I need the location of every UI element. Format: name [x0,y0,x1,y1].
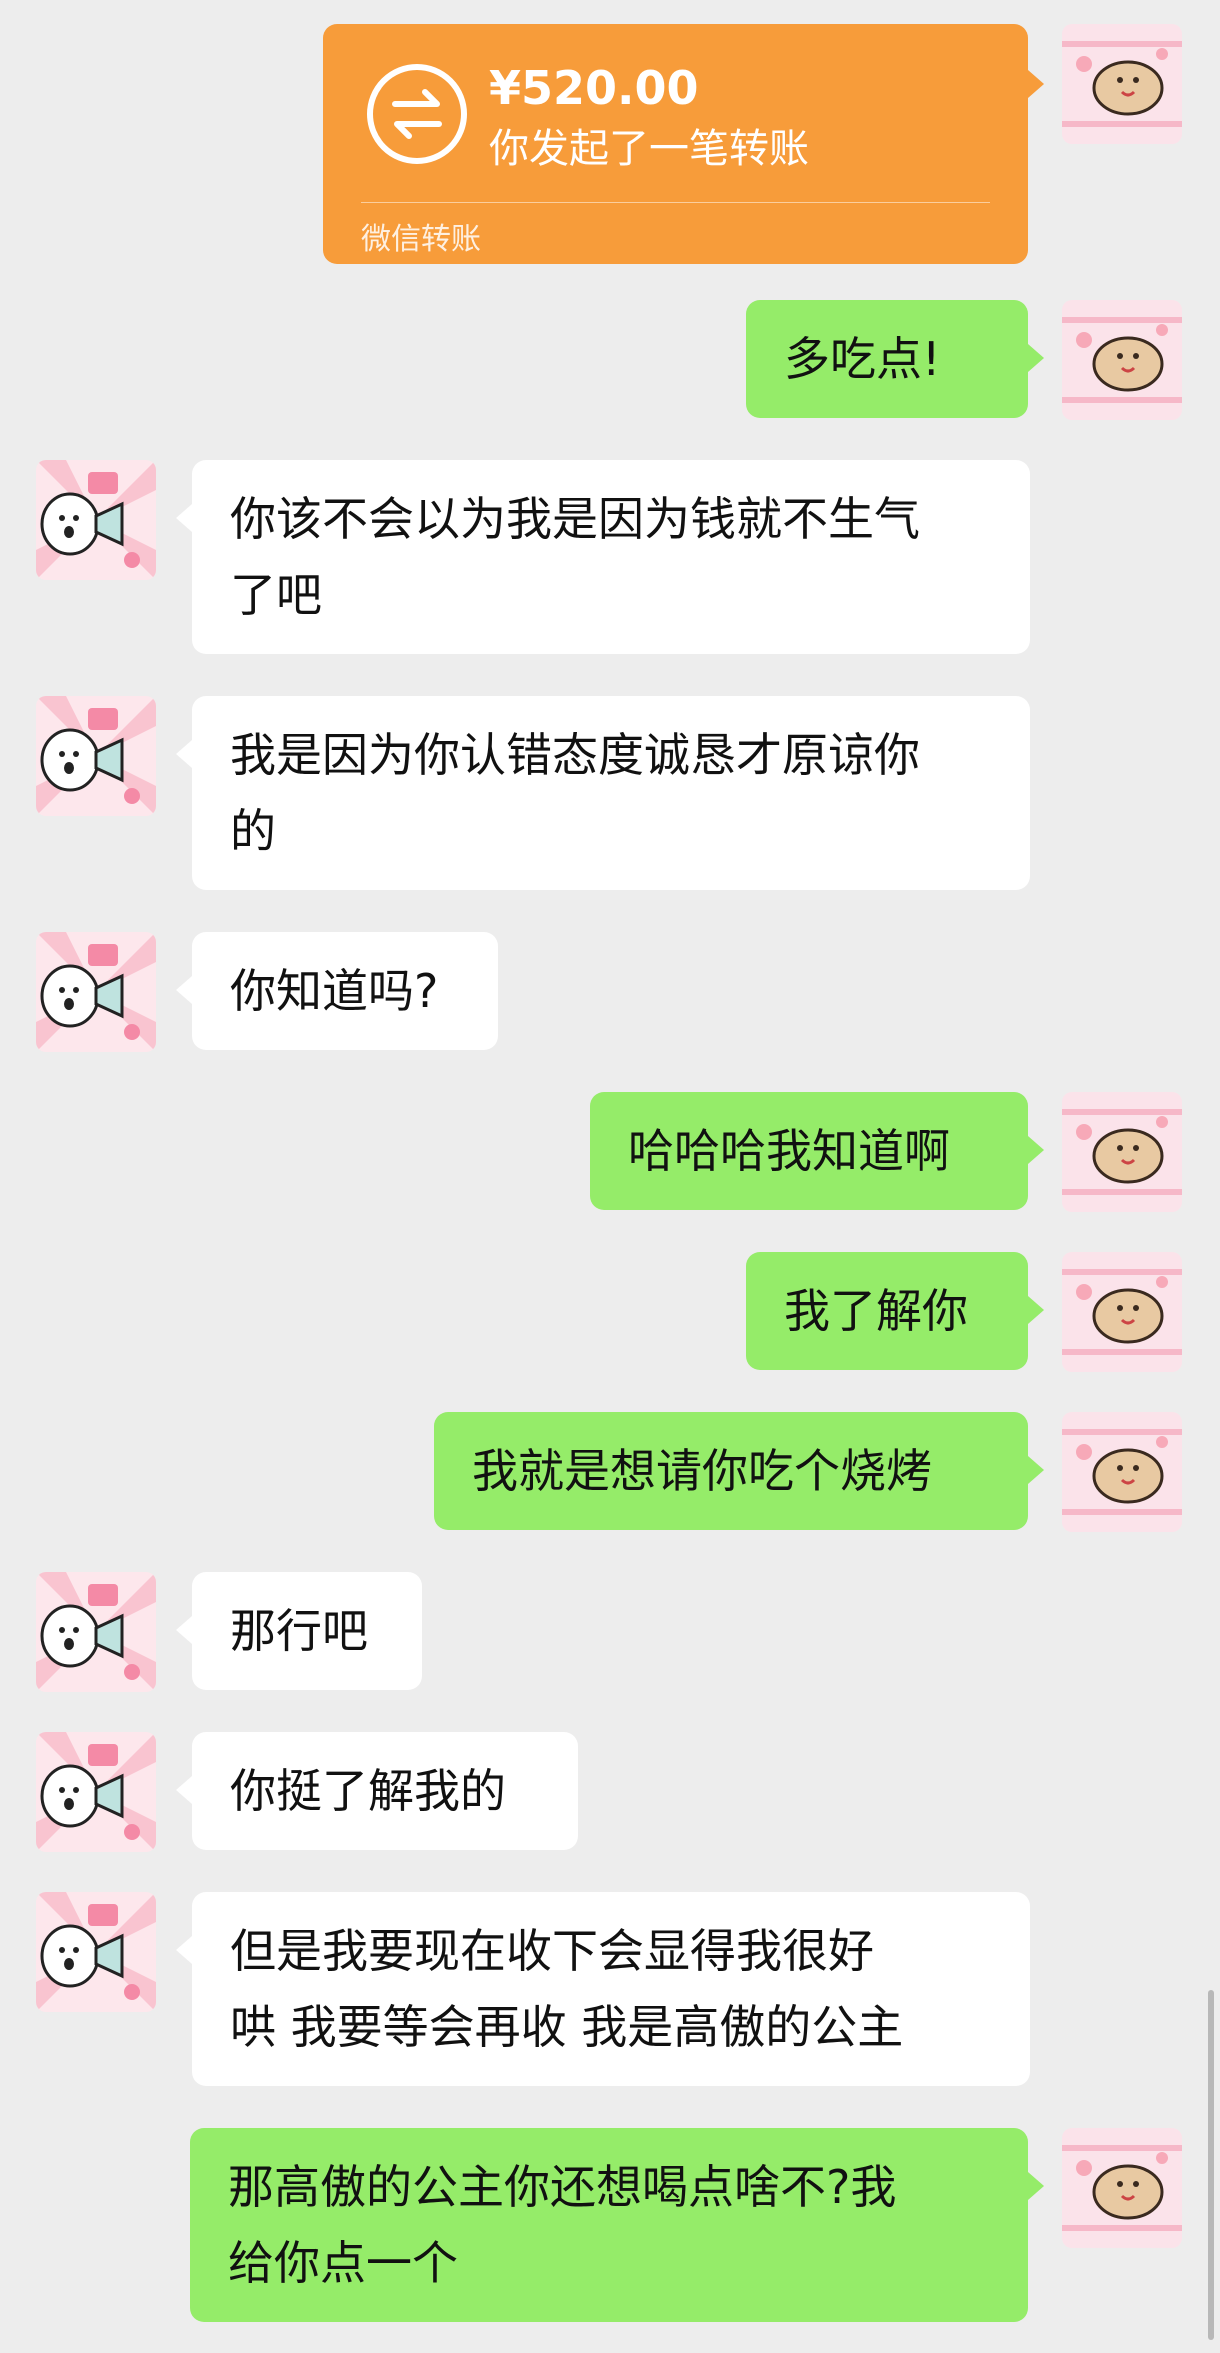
pig-sticker-avatar-icon [1062,24,1182,144]
my-avatar[interactable] [1062,1252,1182,1372]
bubble-tail [1028,1456,1044,1484]
contact-avatar[interactable] [36,932,156,1052]
message-text-line: 了吧 [230,568,322,622]
bubble-tail [1028,344,1044,372]
contact-avatar[interactable] [36,1892,156,2012]
sent-message-bubble[interactable]: 哈哈哈我知道啊 [590,1092,1028,1210]
bubble-tail [176,1936,192,1964]
bubble-tail [1028,1296,1044,1324]
message-text-line: 你挺了解我的 [230,1764,506,1818]
message-text-line: 哈哈哈我知道啊 [628,1124,950,1178]
dog-megaphone-sticker-avatar-icon [36,932,156,1052]
divider [361,202,990,203]
message-text-line: 你知道吗? [230,964,439,1018]
contact-avatar[interactable] [36,1732,156,1852]
dog-megaphone-sticker-avatar-icon [36,1572,156,1692]
transfer-description: 你发起了一笔转账 [489,126,809,172]
bubble-tail [176,1616,192,1644]
dog-megaphone-sticker-avatar-icon [36,460,156,580]
contact-avatar[interactable] [36,1572,156,1692]
message-text-line: 你该不会以为我是因为钱就不生气 [230,492,920,546]
dog-megaphone-sticker-avatar-icon [36,696,156,816]
pig-sticker-avatar-icon [1062,1252,1182,1372]
my-avatar[interactable] [1062,1092,1182,1212]
sent-message-bubble[interactable]: 我就是想请你吃个烧烤 [434,1412,1028,1530]
sent-message-bubble[interactable]: 我了解你 [746,1252,1028,1370]
scrollbar[interactable] [1208,1990,1214,2340]
pig-sticker-avatar-icon [1062,2128,1182,2248]
pig-sticker-avatar-icon [1062,300,1182,420]
received-message-bubble[interactable]: 你该不会以为我是因为钱就不生气 了吧 [192,460,1030,654]
sent-message-bubble[interactable]: 多吃点! [746,300,1028,418]
bubble-tail [1028,1136,1044,1164]
dog-megaphone-sticker-avatar-icon [36,1732,156,1852]
my-avatar[interactable] [1062,1412,1182,1532]
message-text-line: 我是因为你认错态度诚恳才原谅你 [230,728,920,782]
transfer-arrows-icon [367,64,467,164]
message-text-line: 给你点一个 [228,2236,458,2290]
message-text-line: 多吃点! [784,332,941,386]
message-text-line: 那高傲的公主你还想喝点啥不?我 [228,2160,897,2214]
bubble-tail [176,1776,192,1804]
message-text-line: 我了解你 [784,1284,968,1338]
received-message-bubble[interactable]: 你挺了解我的 [192,1732,578,1850]
contact-avatar[interactable] [36,460,156,580]
my-avatar[interactable] [1062,300,1182,420]
contact-avatar[interactable] [36,696,156,816]
pig-sticker-avatar-icon [1062,1092,1182,1212]
received-message-bubble[interactable]: 但是我要现在收下会显得我很好哄 我要等会再收 我是高傲的公主 [192,1892,1030,2086]
dog-megaphone-sticker-avatar-icon [36,1892,156,2012]
message-text-line: 哄 我要等会再收 我是高傲的公主 [230,2000,904,2054]
bubble-tail [1028,70,1044,98]
transfer-card[interactable]: ¥520.00 你发起了一笔转账 微信转账 [323,24,1044,264]
my-avatar[interactable] [1062,2128,1182,2248]
bubble-tail [176,976,192,1004]
message-text-line: 但是我要现在收下会显得我很好 [230,1924,874,1978]
transfer-amount: ¥520.00 [489,61,699,115]
bubble-tail [176,504,192,532]
message-text-line: 那行吧 [230,1604,368,1658]
bubble-tail [1028,2172,1044,2200]
received-message-bubble[interactable]: 那行吧 [192,1572,422,1690]
pig-sticker-avatar-icon [1062,1412,1182,1532]
sent-message-bubble[interactable]: 那高傲的公主你还想喝点啥不?我 给你点一个 [190,2128,1028,2322]
my-avatar[interactable] [1062,24,1182,144]
bubble-tail [176,740,192,768]
received-message-bubble[interactable]: 我是因为你认错态度诚恳才原谅你的 [192,696,1030,890]
transfer-footer: 微信转账 [361,222,481,257]
message-text-line: 的 [230,804,276,858]
message-text-line: 我就是想请你吃个烧烤 [472,1444,932,1498]
received-message-bubble[interactable]: 你知道吗? [192,932,498,1050]
